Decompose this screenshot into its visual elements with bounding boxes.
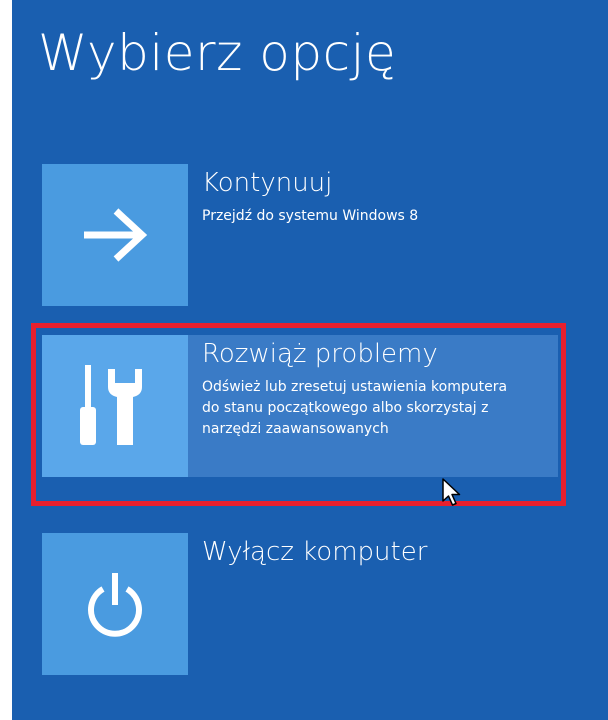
mouse-cursor-icon [442, 478, 462, 512]
option-troubleshoot-title: Rozwiąż problemy [202, 339, 438, 369]
page-title: Wybierz opcję [38, 24, 397, 82]
option-shutdown-text: Wyłącz komputer [202, 535, 552, 575]
option-shutdown-tile[interactable] [42, 533, 188, 675]
option-continue[interactable]: Kontynuuj Przejdź do systemu Windows 8 [42, 164, 558, 306]
arrow-right-icon [84, 208, 148, 262]
option-troubleshoot-description: Odśwież lub zresetuj ustawienia komputer… [202, 379, 508, 437]
option-troubleshoot-tile[interactable] [42, 335, 188, 477]
option-continue-title: Kontynuuj [202, 168, 333, 198]
option-shutdown-title: Wyłącz komputer [202, 537, 428, 567]
option-continue-text: Kontynuuj Przejdź do systemu Windows 8 [202, 166, 552, 227]
option-troubleshoot[interactable]: Rozwiąż problemy Odśwież lub zresetuj us… [42, 335, 558, 477]
option-continue-tile[interactable] [42, 164, 188, 306]
option-shutdown[interactable]: Wyłącz komputer [42, 533, 558, 675]
recovery-screen: Wybierz opcję Kontynuuj Przejdź do syste… [12, 0, 608, 720]
option-troubleshoot-text: Rozwiąż problemy Odśwież lub zresetuj us… [202, 337, 552, 440]
power-icon [88, 573, 142, 637]
tools-icon [80, 365, 142, 445]
option-continue-description: Przejdź do systemu Windows 8 [202, 208, 419, 224]
